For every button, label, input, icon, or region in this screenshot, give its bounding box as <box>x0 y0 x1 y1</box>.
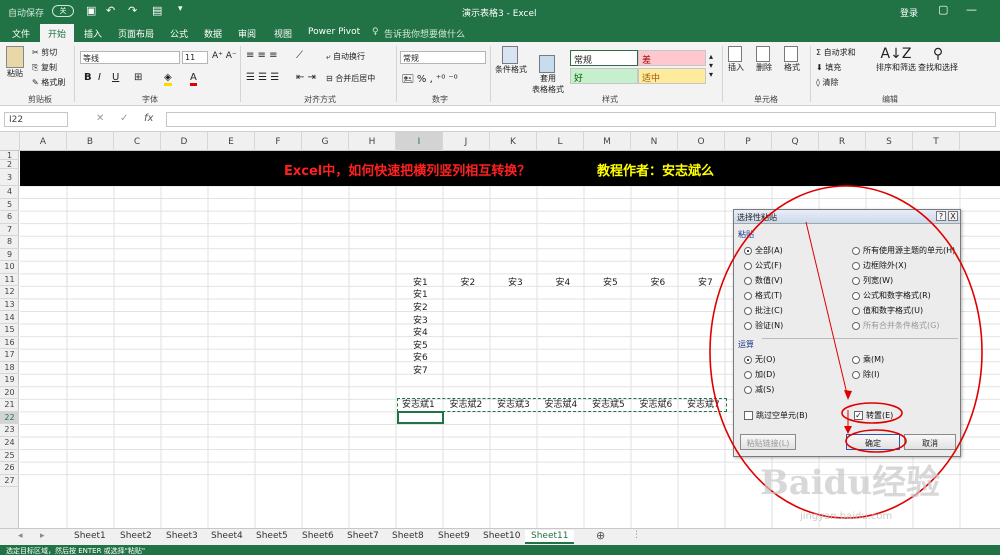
annotation-ok-ellipse <box>845 429 907 453</box>
sheet-tab-1[interactable]: Sheet1 <box>68 530 112 542</box>
scroll-left-icon[interactable]: ◂ <box>18 531 23 541</box>
sheet-tab-7[interactable]: Sheet7 <box>341 530 385 542</box>
baidu-watermark-url: jingyan.baidu.com <box>800 511 893 522</box>
sheet-tab-11[interactable]: Sheet11 <box>525 530 575 544</box>
annotation-arrow-line <box>805 221 849 399</box>
annotation-arrowhead-2 <box>844 426 852 434</box>
annotation-transpose-ellipse <box>841 402 903 424</box>
baidu-watermark: Baidu经验 <box>760 463 941 503</box>
sheet-tab-10[interactable]: Sheet10 <box>477 530 526 542</box>
sheet-tab-9[interactable]: Sheet9 <box>432 530 476 542</box>
sheet-tab-8[interactable]: Sheet8 <box>386 530 430 542</box>
status-bar: 选定目标区域，然后按 ENTER 或选择"粘贴" <box>0 545 1000 555</box>
sheet-tab-2[interactable]: Sheet2 <box>114 530 158 542</box>
scroll-right-icon[interactable]: ▸ <box>40 531 45 541</box>
add-sheet-icon[interactable]: ⊕ <box>596 529 605 542</box>
sheet-tab-3[interactable]: Sheet3 <box>160 530 204 542</box>
sheet-tabs: ◂ ▸ Sheet1 Sheet2 Sheet3 Sheet4 Sheet5 Sheet6… <box>0 528 1000 545</box>
sheet-tab-4[interactable]: Sheet4 <box>205 530 249 542</box>
annotation-arrowhead <box>844 390 852 400</box>
sheet-scroll-icon[interactable]: ⋮ <box>632 530 641 540</box>
sheet-tab-5[interactable]: Sheet5 <box>250 530 294 542</box>
sheet-tab-6[interactable]: Sheet6 <box>296 530 340 542</box>
